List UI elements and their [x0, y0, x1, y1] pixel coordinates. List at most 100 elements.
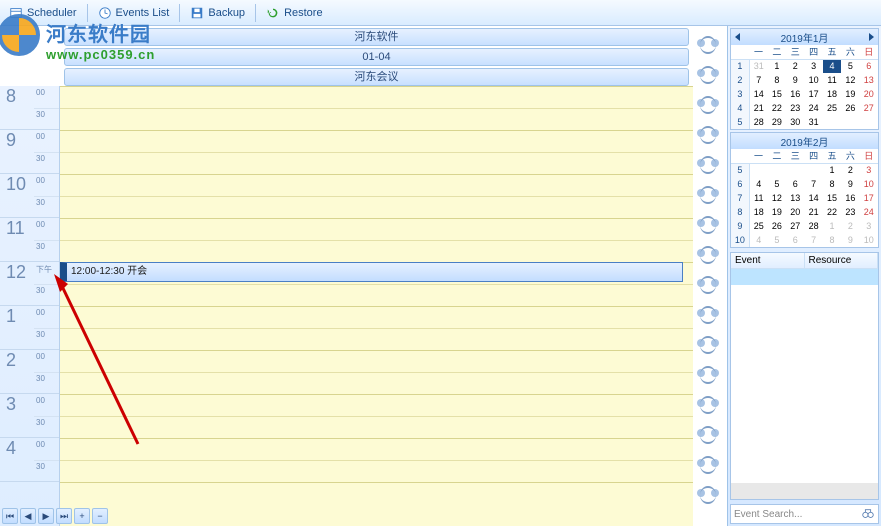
cal-day[interactable]: 16 [786, 87, 804, 101]
cal-day[interactable]: 17 [860, 191, 878, 205]
cal-day[interactable]: 18 [823, 87, 841, 101]
cal-day[interactable]: 7 [749, 73, 767, 87]
cal-day[interactable]: 4 [749, 177, 767, 191]
scheduler-button[interactable]: Scheduler [2, 3, 84, 23]
cal-day[interactable]: 23 [841, 205, 859, 219]
event-search[interactable]: Event Search... [730, 504, 879, 524]
cal-day[interactable]: 1 [823, 219, 841, 233]
cal-day[interactable]: 18 [749, 205, 767, 219]
cal-day[interactable]: 30 [786, 115, 804, 129]
cal-day[interactable]: 21 [805, 205, 823, 219]
backup-button[interactable]: Backup [183, 3, 252, 23]
cal-day[interactable]: 16 [841, 191, 859, 205]
cal-day[interactable]: 24 [805, 101, 823, 115]
grid-column[interactable]: 12:00-12:30 开会 [60, 86, 693, 526]
cal-day[interactable]: 25 [823, 101, 841, 115]
cal-day[interactable]: 6 [786, 177, 804, 191]
cal-day[interactable]: 10 [860, 177, 878, 191]
cal-day[interactable]: 28 [805, 219, 823, 233]
event-block[interactable]: 12:00-12:30 开会 [60, 262, 683, 282]
cal-day[interactable]: 14 [805, 191, 823, 205]
cal-next[interactable] [869, 33, 874, 41]
cal-day[interactable]: 28 [749, 115, 767, 129]
evlist-col-event[interactable]: Event [731, 253, 805, 268]
cal-prev[interactable] [735, 33, 740, 41]
time-grid[interactable]: 800309003010003011003012下午30100302003030… [0, 86, 693, 526]
cal-day[interactable]: 6 [860, 59, 878, 73]
cal-day[interactable]: 24 [860, 205, 878, 219]
cal-day[interactable]: 17 [805, 87, 823, 101]
cal-day[interactable] [841, 115, 859, 129]
cal-day[interactable]: 8 [823, 233, 841, 247]
cal-day[interactable]: 9 [786, 73, 804, 87]
evlist-col-resource[interactable]: Resource [805, 253, 879, 268]
cal-day[interactable]: 5 [768, 233, 786, 247]
mini-calendar-1[interactable]: 2019年1月 一二三四五六日1311234562789101112133141… [730, 28, 879, 130]
cal-day[interactable] [860, 115, 878, 129]
cal-day[interactable] [823, 115, 841, 129]
cal-day[interactable]: 27 [786, 219, 804, 233]
cal-day[interactable]: 1 [823, 163, 841, 177]
cal-day[interactable]: 22 [768, 101, 786, 115]
cal-day[interactable]: 13 [786, 191, 804, 205]
scrollbar[interactable] [731, 483, 878, 499]
nav-minus[interactable]: − [92, 508, 108, 524]
restore-button[interactable]: Restore [259, 3, 330, 23]
cal-day[interactable]: 9 [841, 233, 859, 247]
event-list[interactable]: Event Resource [730, 252, 879, 500]
cal-day[interactable]: 4 [749, 233, 767, 247]
cal-day[interactable]: 11 [749, 191, 767, 205]
cal-day[interactable]: 4 [823, 59, 841, 73]
cal-day[interactable] [768, 163, 786, 177]
cal-day[interactable] [805, 163, 823, 177]
cal-day[interactable]: 5 [841, 59, 859, 73]
cal-day[interactable]: 7 [805, 233, 823, 247]
events-list-button[interactable]: Events List [91, 3, 177, 23]
cal-day[interactable]: 26 [841, 101, 859, 115]
cal-day[interactable]: 10 [805, 73, 823, 87]
cal-day[interactable]: 3 [860, 163, 878, 177]
cal-day[interactable]: 5 [768, 177, 786, 191]
cal-day[interactable]: 2 [841, 163, 859, 177]
cal-day[interactable]: 31 [805, 115, 823, 129]
cal-day[interactable]: 3 [805, 59, 823, 73]
cal-day[interactable]: 2 [841, 219, 859, 233]
cal-day[interactable]: 1 [768, 59, 786, 73]
cal-day[interactable]: 9 [841, 177, 859, 191]
cal-day[interactable]: 15 [768, 87, 786, 101]
cal-day[interactable]: 12 [841, 73, 859, 87]
nav-prev[interactable]: ◀ [20, 508, 36, 524]
cal-day[interactable]: 29 [768, 115, 786, 129]
cal-day[interactable]: 8 [768, 73, 786, 87]
cal-day[interactable]: 26 [768, 219, 786, 233]
mini-calendar-2[interactable]: 2019年2月 一二三四五六日5123645678910711121314151… [730, 132, 879, 248]
cal-day[interactable]: 8 [823, 177, 841, 191]
cal-day[interactable]: 2 [786, 59, 804, 73]
nav-next[interactable]: ▶ [38, 508, 54, 524]
cal-day[interactable]: 20 [860, 87, 878, 101]
nav-plus[interactable]: + [74, 508, 90, 524]
cal-day[interactable]: 10 [860, 233, 878, 247]
cal-day[interactable]: 14 [749, 87, 767, 101]
cal-day[interactable]: 11 [823, 73, 841, 87]
nav-last[interactable]: ⏭ [56, 508, 72, 524]
cal-day[interactable]: 22 [823, 205, 841, 219]
cal-day[interactable]: 21 [749, 101, 767, 115]
cal-day[interactable]: 7 [805, 177, 823, 191]
cal-day[interactable]: 13 [860, 73, 878, 87]
cal-day[interactable]: 19 [768, 205, 786, 219]
cal-day[interactable]: 20 [786, 205, 804, 219]
cal-day[interactable]: 25 [749, 219, 767, 233]
cal-day[interactable]: 12 [768, 191, 786, 205]
cal-day[interactable]: 15 [823, 191, 841, 205]
cal-day[interactable]: 19 [841, 87, 859, 101]
nav-first[interactable]: ⏮ [2, 508, 18, 524]
cal-day[interactable] [786, 163, 804, 177]
cal-day[interactable]: 27 [860, 101, 878, 115]
cal-day[interactable] [749, 163, 767, 177]
cal-day[interactable]: 6 [786, 233, 804, 247]
cal-day[interactable]: 31 [749, 59, 767, 73]
cal-day[interactable]: 23 [786, 101, 804, 115]
evlist-row[interactable] [731, 269, 878, 285]
cal-day[interactable]: 3 [860, 219, 878, 233]
